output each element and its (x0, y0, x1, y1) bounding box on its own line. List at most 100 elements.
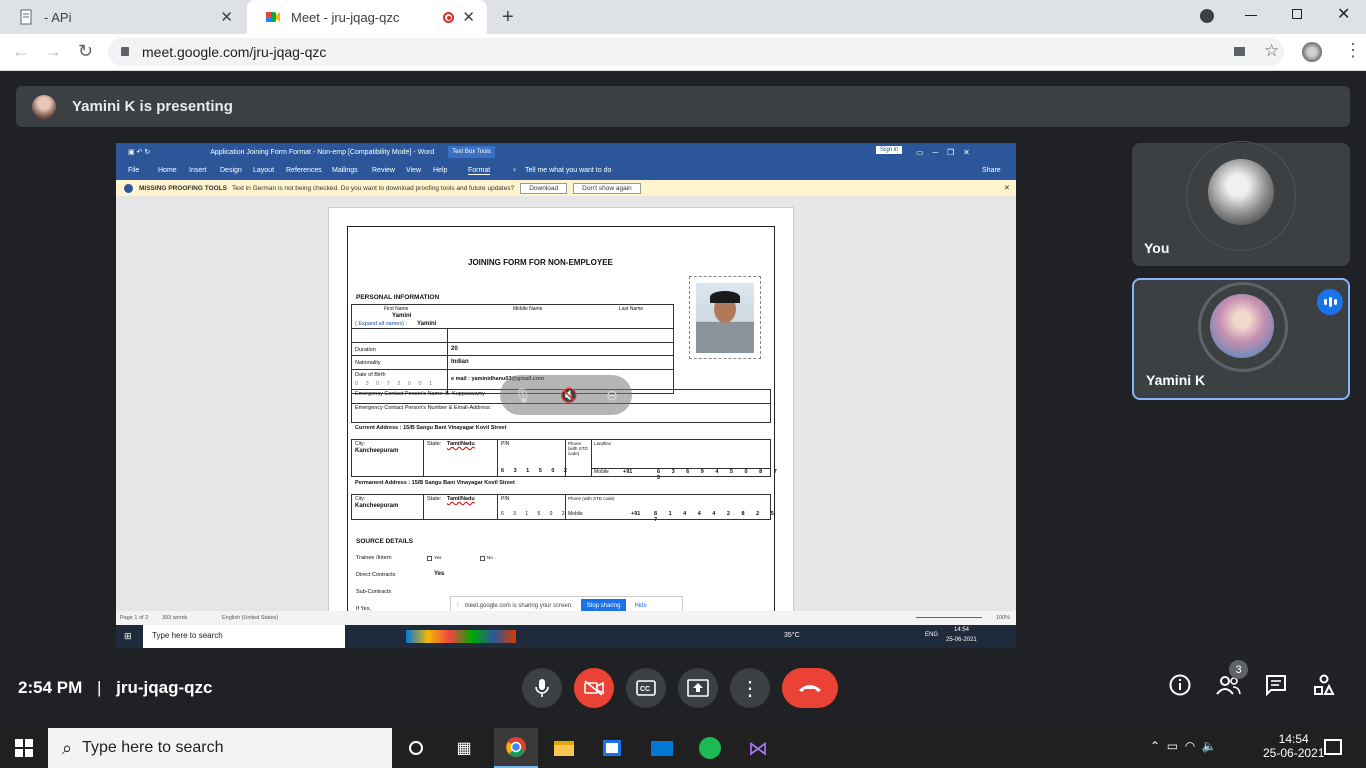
current-address: Current Address : 15/B Sangu Bani Vinaya… (355, 425, 507, 431)
speaker-off-icon[interactable]: 🔇 (560, 387, 577, 404)
more-options-button[interactable]: ⋮ (730, 668, 770, 708)
mobile-label: Mobile (594, 469, 609, 475)
close-tab-icon[interactable]: ✕ (462, 8, 475, 26)
spotify-icon[interactable] (694, 732, 726, 764)
yes-checkbox[interactable] (427, 556, 432, 561)
address-bar[interactable]: meet.google.com/jru-jqag-qzc (108, 38, 1284, 66)
share-button[interactable]: Share (982, 167, 1001, 174)
divider (423, 439, 424, 477)
divider (423, 494, 424, 520)
camera-off-button[interactable] (574, 668, 614, 708)
state-label-2: State: (427, 496, 442, 502)
mobile-value-2: 8 1 4 4 4 2 8 2 5 7 (654, 511, 779, 523)
mail-icon[interactable] (646, 732, 678, 764)
present-button[interactable] (678, 668, 718, 708)
profile-avatar[interactable] (1302, 42, 1322, 62)
windows-icon: ⊞ (124, 631, 132, 641)
chrome-taskbar-icon[interactable] (494, 728, 538, 768)
separator: | (96, 678, 102, 697)
taskbar-search-box[interactable]: ⌕ Type here to search (48, 728, 392, 768)
tell-me-box[interactable]: Tell me what you want to do (525, 167, 611, 174)
photo-selection-frame[interactable] (689, 276, 761, 359)
duration-label: Duration (355, 347, 376, 353)
meeting-info-icon[interactable] (1169, 674, 1191, 702)
menu-mailings[interactable]: Mailings (332, 167, 358, 174)
zoom-slider[interactable] (916, 617, 982, 618)
system-tray-icons[interactable]: ⌃ ▭ ◠ 🔈 (1150, 739, 1217, 753)
hide-button[interactable]: Hide (634, 603, 646, 609)
task-view-icon[interactable]: ▦ (448, 732, 480, 764)
dob-value[interactable]: 0 3 0 7 2 0 0 1 (355, 381, 435, 387)
dont-show-button[interactable]: Don't show again (573, 182, 641, 194)
menu-home[interactable]: Home (158, 167, 177, 174)
captions-button[interactable]: CC (626, 668, 666, 708)
notifications-icon[interactable] (1324, 739, 1342, 755)
reload-icon[interactable]: ↻ (78, 41, 93, 62)
menu-file[interactable]: File (128, 167, 139, 174)
inner-time: 14:54 (954, 627, 970, 633)
nationality-label: Nationality (355, 360, 381, 366)
participant-name: You (1144, 240, 1170, 256)
minimize-icon[interactable] (1245, 15, 1257, 16)
hang-up-icon (799, 685, 821, 692)
file-explorer-icon[interactable] (548, 732, 580, 764)
menu-help[interactable]: Help (433, 167, 447, 174)
first-name-label: First Name (384, 306, 409, 312)
phone-label: Phone (with STD code) (568, 441, 588, 456)
activities-icon[interactable] (1313, 674, 1335, 702)
back-icon[interactable]: ← (12, 41, 30, 62)
document-icon (18, 9, 34, 25)
expand-names-label: ( Expand all names) : (355, 321, 407, 327)
presenting-text: Yamini K is presenting (72, 98, 233, 115)
svg-text:CC: CC (640, 686, 650, 693)
close-warning-icon[interactable]: ✕ (1004, 184, 1010, 192)
city-value-2: Kancheepuram (355, 503, 399, 509)
menu-design[interactable]: Design (220, 167, 242, 174)
sign-in-button[interactable]: Sign in (876, 146, 903, 154)
participant-tile-you[interactable]: You (1132, 141, 1350, 266)
no-checkbox[interactable] (480, 556, 485, 561)
menu-insert[interactable]: Insert (189, 167, 207, 174)
menu-format[interactable]: Format (468, 167, 491, 175)
word-status-bar: Page 1 of 2 393 words English (United St… (116, 611, 1016, 625)
menu-layout[interactable]: Layout (253, 167, 274, 174)
tab-search-icon[interactable] (1200, 9, 1214, 23)
yes-label: Yes (434, 555, 442, 560)
camera-icon[interactable] (1234, 47, 1245, 56)
minus-icon[interactable]: ⊖ (606, 387, 618, 404)
tab-meet[interactable]: Meet - jru-jqag-qzc ✕ (247, 0, 487, 34)
download-button[interactable]: Download (520, 182, 568, 194)
avatar (1208, 159, 1274, 225)
new-tab-button[interactable]: + (502, 6, 514, 29)
mic-off-icon[interactable]: 🎙 (514, 387, 532, 404)
divider (447, 328, 448, 394)
warning-text: Text in German is not being checked. Do … (232, 184, 515, 192)
restore-icon[interactable] (1292, 9, 1302, 19)
taskbar-clock[interactable]: 14:54 25-06-2021 (1263, 732, 1324, 760)
source-details-heading: SOURCE DETAILS (356, 538, 413, 545)
form-title: JOINING FORM FOR NON-EMPLOYEE (468, 258, 613, 267)
close-tab-icon[interactable]: ✕ (220, 8, 233, 26)
forward-icon[interactable]: → (44, 41, 62, 62)
windows-start-icon[interactable] (8, 732, 40, 764)
cortana-icon[interactable] (400, 732, 432, 764)
leave-call-button[interactable] (782, 668, 838, 708)
passport-photo (696, 283, 754, 353)
microphone-button[interactable] (522, 668, 562, 708)
window-close-icon[interactable]: ✕ (1337, 4, 1350, 24)
menu-icon[interactable]: ⋮ (1344, 40, 1362, 61)
menu-review[interactable]: Review (372, 167, 395, 174)
no-label: No (487, 555, 493, 560)
bookmark-star-icon[interactable]: ☆ (1264, 41, 1279, 61)
store-icon[interactable] (596, 732, 628, 764)
participant-tile-yamini[interactable]: Yamini K (1132, 278, 1350, 400)
doc-title: Application Joining Form Format - Non-em… (210, 148, 435, 156)
chat-icon[interactable] (1265, 674, 1287, 702)
microphone-icon (535, 679, 549, 697)
menu-view[interactable]: View (406, 167, 421, 174)
emergency-name: Emergency Contact Person's Name: B. Kupp… (355, 391, 486, 397)
visual-studio-icon[interactable]: ⋈ (742, 732, 774, 764)
permanent-address: Permanent Address : 15/B Sangu Bani Vina… (355, 480, 515, 486)
menu-references[interactable]: References (286, 167, 322, 174)
tab-api[interactable]: - APi ✕ (0, 0, 245, 34)
